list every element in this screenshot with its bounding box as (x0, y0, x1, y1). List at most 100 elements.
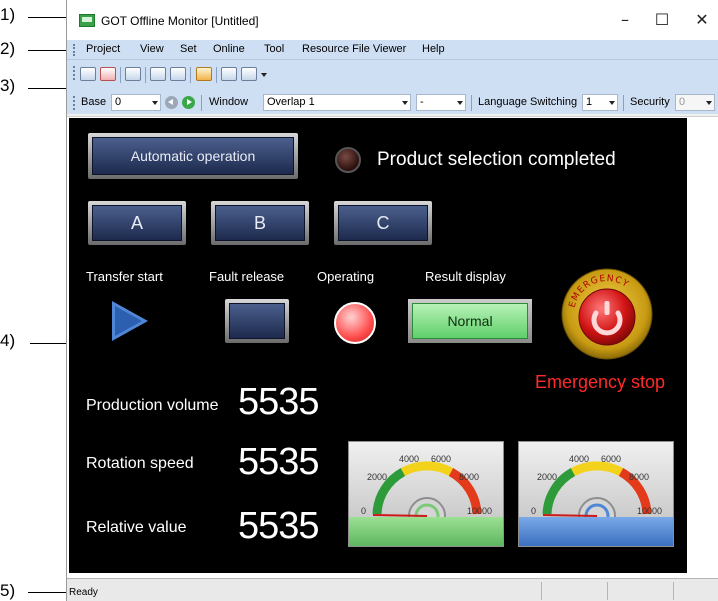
gauge-tick: 2000 (537, 472, 558, 482)
maximize-button[interactable]: ☐ (647, 6, 677, 34)
automatic-operation-button[interactable]: Automatic operation (88, 133, 298, 179)
gauge-tick: 6000 (601, 454, 622, 464)
window-select[interactable]: Overlap 1 (263, 94, 411, 111)
gauge-tick: 10000 (637, 506, 663, 516)
result-display-label: Result display (425, 269, 506, 284)
gauge-tick: 8000 (629, 472, 650, 482)
fault-release-label: Fault release (209, 269, 285, 284)
capture-screen-icon[interactable] (100, 67, 116, 81)
status-separator (607, 582, 608, 600)
operating-lamp (334, 302, 376, 344)
language-switching-select[interactable]: 1 (582, 94, 618, 111)
base-label: Base (81, 96, 107, 108)
toolbar-overflow-icon[interactable] (261, 73, 267, 77)
gauge-tick: 2000 (367, 472, 388, 482)
next-screen-icon[interactable] (182, 96, 195, 109)
result-display-value: Normal (447, 313, 493, 329)
chevron-down-icon (706, 101, 712, 105)
select-c-button[interactable]: C (334, 201, 432, 245)
emergency-stop-icon: EMERGENCY (561, 268, 653, 360)
overlap-number-select[interactable]: - (416, 94, 466, 111)
menu-grip-handle[interactable] (73, 44, 76, 56)
callout-2: 2) (0, 39, 16, 58)
product-selection-status: Product selection completed (377, 149, 616, 170)
chevron-down-icon (152, 101, 158, 105)
base-select[interactable]: 0 (111, 94, 161, 111)
operating-label: Operating (317, 269, 375, 284)
title-bar: GOT Offline Monitor [Untitled] – ☐ ✕ (67, 0, 718, 40)
toolbar-area: Base 0 Window Overlap 1 - Language Switc… (67, 59, 718, 114)
menu-set[interactable]: Set (180, 43, 197, 55)
gauge-bar-blue (519, 517, 673, 546)
callout-3-line (28, 88, 68, 89)
emergency-stop-button[interactable]: EMERGENCY (560, 267, 654, 361)
relative-value-label: Relative value (86, 519, 187, 536)
select-c-label: C (376, 212, 390, 233)
menu-help[interactable]: Help (422, 43, 445, 55)
relative-value-gauge: 0 2000 4000 6000 8000 10000 (518, 441, 674, 547)
menu-bar: Project View Set Online Tool Resource Fi… (67, 40, 718, 59)
chevron-down-icon (457, 101, 463, 105)
overlap-number-value: - (420, 96, 424, 108)
minimize-button[interactable]: – (610, 6, 640, 34)
update-screen-icon[interactable] (196, 67, 212, 81)
toolbar-separator (201, 95, 202, 111)
menu-online[interactable]: Online (213, 43, 245, 55)
gauge-tick: 8000 (459, 472, 480, 482)
chevron-down-icon (609, 101, 615, 105)
relative-value-value: 5535 (238, 505, 320, 547)
product-selection-lamp (335, 147, 361, 173)
security-select[interactable]: 0 (675, 94, 715, 111)
toolbar-grip-handle[interactable] (73, 96, 76, 110)
gauge-tick: 4000 (399, 454, 420, 464)
window-select-value: Overlap 1 (267, 96, 315, 108)
menu-tool[interactable]: Tool (264, 43, 284, 55)
gauge-tick: 0 (531, 506, 537, 516)
toolbar-separator (216, 67, 217, 83)
select-a-label: A (130, 212, 143, 233)
status-bar: Ready (67, 578, 718, 601)
menu-project[interactable]: Project (86, 43, 120, 55)
ladder-monitor-icon[interactable] (170, 67, 186, 81)
script-monitor-icon[interactable] (150, 67, 166, 81)
production-volume-label: Production volume (86, 397, 219, 414)
callout-1-line (28, 17, 68, 18)
keyboard-icon[interactable] (241, 67, 257, 81)
device-monitor-icon[interactable] (125, 67, 141, 81)
toolbar-separator (623, 95, 624, 111)
gauge-tick: 6000 (431, 454, 452, 464)
toolbar-separator (471, 95, 472, 111)
callout-5-line (28, 592, 68, 593)
select-a-button[interactable]: A (88, 201, 186, 245)
app-monitor-icon (79, 14, 95, 27)
toolbar-grip-handle[interactable] (73, 66, 76, 80)
emergency-stop-label: Emergency stop (535, 372, 666, 392)
fault-release-button[interactable] (225, 299, 289, 343)
status-text: Ready (69, 587, 98, 598)
status-separator (673, 582, 674, 600)
transfer-start-button[interactable] (112, 301, 148, 341)
gauge-tick: 4000 (569, 454, 590, 464)
app-window: GOT Offline Monitor [Untitled] – ☐ ✕ Pro… (66, 0, 718, 601)
chevron-down-icon (402, 101, 408, 105)
zoom-screen-icon[interactable] (221, 67, 237, 81)
select-b-label: B (253, 212, 266, 233)
callout-1: 1) (0, 5, 16, 24)
production-volume-value: 5535 (238, 381, 320, 423)
print-screen-icon[interactable] (80, 67, 96, 81)
toolbar-separator (190, 67, 191, 83)
menu-resource-file-viewer[interactable]: Resource File Viewer (302, 43, 406, 55)
callout-4: 4) (0, 331, 16, 350)
language-switching-label: Language Switching (478, 96, 578, 108)
close-button[interactable]: ✕ (687, 6, 717, 34)
toolbar-separator (145, 67, 146, 83)
callout-5: 5) (0, 581, 16, 600)
select-b-button[interactable]: B (211, 201, 309, 245)
rotation-speed-label: Rotation speed (86, 455, 194, 472)
rotation-speed-value: 5535 (238, 441, 320, 483)
window-title: GOT Offline Monitor [Untitled] (101, 14, 259, 28)
result-display-indicator: Normal (408, 299, 532, 343)
menu-view[interactable]: View (140, 43, 164, 55)
transfer-start-label: Transfer start (86, 269, 163, 284)
previous-screen-icon[interactable] (165, 96, 178, 109)
